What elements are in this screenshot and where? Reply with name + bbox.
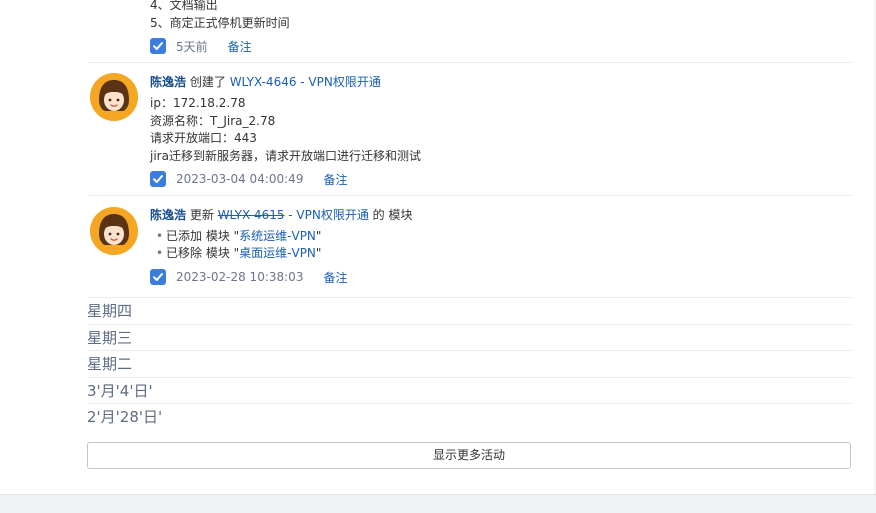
day-group-header[interactable]: 星期二 [87, 351, 853, 378]
footer-bar [0, 494, 876, 513]
user-avatar-icon [90, 73, 138, 121]
note-link[interactable]: 备注 [323, 171, 347, 188]
activity-header: 陈逸浩 更新 WLYX-4615 - VPN权限开通 的 模块 [150, 206, 413, 224]
action-text: 创建了 [189, 75, 226, 89]
timestamp[interactable]: 2023-02-28 10:38:03 [176, 270, 303, 284]
description-line: 资源名称：T_Jira_2.78 [150, 113, 276, 128]
checkbox-icon[interactable] [150, 38, 166, 54]
issue-link[interactable]: WLYX-4646 - VPN权限开通 [230, 75, 381, 89]
field-text: 的 模块 [368, 208, 413, 222]
activity-item: 陈逸浩 更新 WLYX-4615 - VPN权限开通 的 模块 已添加 模块 "… [87, 196, 853, 298]
show-more-activity-button[interactable]: 显示更多活动 [87, 442, 851, 469]
checkbox-icon[interactable] [150, 171, 166, 187]
activity-stream: 4、文档输出 5、商定正式停机更新时间 5天前 备注 陈逸浩 创建了 WLYX-… [87, 0, 853, 431]
timestamp[interactable]: 5天前 [176, 38, 208, 55]
day-group-header[interactable]: 星期四 [87, 298, 853, 325]
day-group-header[interactable]: 星期三 [87, 325, 853, 351]
component-link[interactable]: 系统运维-VPN [239, 229, 316, 243]
timestamp[interactable]: 2023-03-04 04:00:49 [176, 172, 303, 186]
user-avatar-icon [90, 207, 138, 255]
activity-item: 陈逸浩 创建了 WLYX-4646 - VPN权限开通 ip：172.18.2.… [87, 63, 853, 196]
activity-item: 4、文档输出 5、商定正式停机更新时间 5天前 备注 [87, 0, 853, 63]
description-line: 5、商定正式停机更新时间 [150, 15, 290, 30]
user-link[interactable]: 陈逸浩 [150, 75, 186, 89]
action-text: 更新 [189, 208, 214, 222]
description-line: jira迁移到新服务器，请求开放端口进行迁移和测试 [150, 148, 421, 163]
note-link[interactable]: 备注 [228, 38, 252, 55]
day-group-header[interactable]: 2'月'28'日' [87, 404, 853, 431]
description-line: 4、文档输出 [150, 0, 218, 12]
checkbox-icon[interactable] [150, 269, 166, 285]
change-list: 已添加 模块 "系统运维-VPN" 已移除 模块 "桌面运维-VPN" [156, 228, 413, 262]
issue-title-link[interactable]: - VPN权限开通 [284, 208, 369, 222]
note-link[interactable]: 备注 [323, 269, 347, 286]
user-link[interactable]: 陈逸浩 [150, 208, 186, 222]
description-line: 请求开放端口：443 [150, 131, 257, 145]
avatar[interactable] [90, 73, 138, 121]
change-item: 已移除 模块 "桌面运维-VPN" [156, 245, 413, 262]
day-group-header[interactable]: 3'月'4'日' [87, 378, 853, 404]
change-item: 已添加 模块 "系统运维-VPN" [156, 228, 413, 245]
issue-key-link[interactable]: WLYX-4615 [218, 208, 285, 222]
avatar[interactable] [90, 207, 138, 255]
component-link[interactable]: 桌面运维-VPN [239, 246, 316, 260]
description-line: ip：172.18.2.78 [150, 96, 246, 110]
activity-header: 陈逸浩 创建了 WLYX-4646 - VPN权限开通 [150, 73, 421, 91]
